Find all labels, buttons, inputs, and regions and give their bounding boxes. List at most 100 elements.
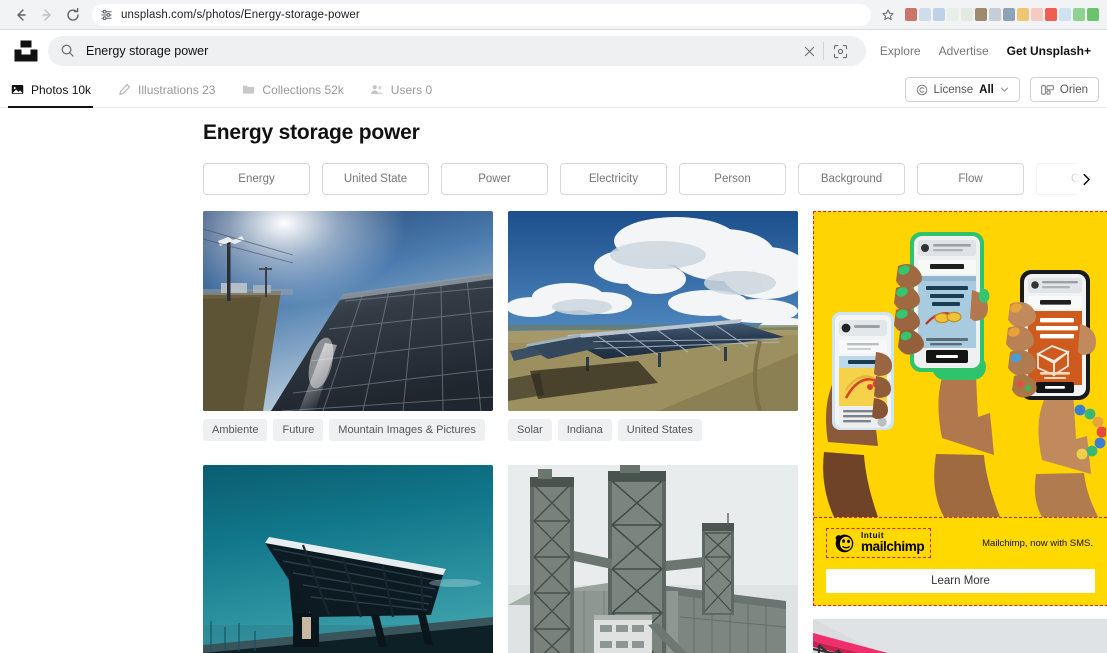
- forward-arrow-icon: [39, 7, 55, 23]
- tabs-list: Photos 10k Illustrations 23 Collections …: [8, 72, 905, 107]
- nav-advertise[interactable]: Advertise: [939, 44, 989, 58]
- chips-next-button[interactable]: [1073, 163, 1099, 195]
- nav-explore[interactable]: Explore: [880, 44, 921, 58]
- grid-column-2: Solar Indiana United States: [508, 211, 798, 653]
- search-input[interactable]: [86, 44, 796, 58]
- extension-icon[interactable]: [975, 8, 987, 21]
- photo-card[interactable]: Ambiente Future Mountain Images & Pictures: [203, 211, 493, 455]
- bookmark-button[interactable]: [877, 4, 899, 26]
- search-divider: [823, 42, 824, 60]
- ad-brand-line: Intuit mailchimp Mailchimp, now with SMS…: [826, 528, 1095, 558]
- unsplash-logo-icon[interactable]: [12, 37, 40, 65]
- photo-card[interactable]: Solar Indiana United States: [508, 211, 798, 455]
- tab-collections[interactable]: Collections 52k: [239, 72, 345, 107]
- reload-icon: [65, 7, 81, 23]
- extension-icon[interactable]: [947, 8, 959, 21]
- search-results-page: Energy storage power Energy United State P…: [0, 121, 1107, 653]
- extension-icon[interactable]: [1003, 8, 1015, 21]
- photo-tags: Solar Indiana United States: [508, 419, 798, 441]
- search-icon: [60, 43, 76, 59]
- back-arrow-icon: [13, 7, 29, 23]
- filter-license[interactable]: License All: [905, 77, 1020, 102]
- ad-tagline: Mailchimp, now with SMS.: [982, 538, 1095, 549]
- photo-tag[interactable]: Ambiente: [203, 419, 267, 441]
- extension-icon[interactable]: [989, 8, 1001, 21]
- extension-icon[interactable]: [905, 8, 917, 21]
- photo-solar-panels-field-clouds[interactable]: [508, 211, 798, 411]
- photo-solar-panel-array-sunflare[interactable]: [203, 211, 493, 411]
- clear-search-button[interactable]: [796, 46, 823, 57]
- filter-orientation-label: Orien: [1060, 84, 1088, 96]
- tab-photos[interactable]: Photos 10k: [8, 72, 93, 107]
- photo-grid: Ambiente Future Mountain Images & Pictures: [203, 211, 1099, 653]
- related-chip[interactable]: Person: [679, 163, 786, 195]
- grid-column-3: Intuit mailchimp Mailchimp, now with SMS…: [813, 211, 1107, 653]
- extension-icon[interactable]: [1087, 8, 1099, 21]
- advertisement-panel[interactable]: Intuit mailchimp Mailchimp, now with SMS…: [813, 211, 1107, 606]
- mailchimp-label: mailchimp: [861, 540, 924, 554]
- tab-illustrations[interactable]: Illustrations 23: [115, 72, 217, 107]
- extension-icon[interactable]: [1059, 8, 1071, 21]
- photo-icon: [10, 83, 24, 97]
- related-chip[interactable]: Energy: [203, 163, 310, 195]
- tab-illustrations-label: Illustrations 23: [138, 83, 215, 97]
- tab-users-label: Users 0: [391, 83, 432, 97]
- mailchimp-wordmark: Intuit mailchimp: [861, 532, 924, 554]
- photo-tag[interactable]: United States: [618, 419, 702, 441]
- tab-users[interactable]: Users 0: [368, 72, 434, 107]
- search-type-tabs: Photos 10k Illustrations 23 Collections …: [0, 72, 1107, 108]
- photo-solar-array-teal-sky[interactable]: [203, 465, 493, 653]
- extension-icon[interactable]: [933, 8, 945, 21]
- photo-pink-steel-structure[interactable]: [813, 619, 1107, 653]
- related-chip[interactable]: Background: [798, 163, 905, 195]
- filters-group: License All Orien: [905, 72, 1099, 107]
- extension-icon[interactable]: [1073, 8, 1085, 21]
- related-search-chips: Energy United State Power Electricity Person…: [203, 163, 1099, 195]
- photo-card[interactable]: [203, 465, 493, 653]
- star-icon: [881, 8, 895, 22]
- back-button[interactable]: [8, 2, 34, 28]
- grid-column-1: Ambiente Future Mountain Images & Pictures: [203, 211, 493, 653]
- filter-license-value: All: [979, 84, 994, 96]
- chevron-down-icon: [1000, 85, 1009, 94]
- ad-learn-more-button[interactable]: Learn More: [826, 569, 1095, 593]
- related-chip[interactable]: United State: [322, 163, 429, 195]
- header-nav: Explore Advertise Get Unsplash+: [880, 44, 1095, 58]
- related-chip[interactable]: Flow: [917, 163, 1024, 195]
- photo-industrial-silo-plant[interactable]: [508, 465, 798, 653]
- filter-orientation[interactable]: Orien: [1030, 77, 1099, 102]
- extension-icon[interactable]: [961, 8, 973, 21]
- extension-icon[interactable]: [1045, 8, 1057, 21]
- mailchimp-monkey-icon: [833, 532, 856, 554]
- search-bar[interactable]: [48, 36, 866, 66]
- extension-icon[interactable]: [1031, 8, 1043, 21]
- url-text: unsplash.com/s/photos/Energy-storage-pow…: [121, 9, 360, 21]
- content-container: Energy storage power Energy United State P…: [0, 121, 1107, 653]
- filter-license-label: License: [934, 84, 974, 96]
- page-title: Energy storage power: [203, 121, 1099, 145]
- extension-icon[interactable]: [919, 8, 931, 21]
- close-icon: [804, 46, 815, 57]
- photo-card[interactable]: [508, 465, 798, 653]
- related-chip[interactable]: Electricity: [560, 163, 667, 195]
- photo-tag[interactable]: Solar: [508, 419, 552, 441]
- folder-icon: [241, 83, 255, 97]
- extension-icon[interactable]: [1017, 8, 1029, 21]
- ad-image-hands-phones[interactable]: [814, 212, 1107, 517]
- photo-tag[interactable]: Indiana: [558, 419, 612, 441]
- forward-button[interactable]: [34, 2, 60, 28]
- related-chip[interactable]: Power: [441, 163, 548, 195]
- photo-tags: Ambiente Future Mountain Images & Pictures: [203, 419, 493, 441]
- address-bar[interactable]: unsplash.com/s/photos/Energy-storage-pow…: [92, 4, 871, 26]
- pen-icon: [117, 83, 131, 97]
- site-settings-icon[interactable]: [100, 8, 113, 21]
- reload-button[interactable]: [60, 2, 86, 28]
- browser-toolbar: unsplash.com/s/photos/Energy-storage-pow…: [0, 0, 1107, 30]
- nav-get-unsplash-plus[interactable]: Get Unsplash+: [1007, 44, 1091, 58]
- visual-search-icon: [833, 44, 848, 59]
- extension-icons-strip: [905, 0, 1099, 30]
- mailchimp-logo[interactable]: Intuit mailchimp: [826, 528, 931, 558]
- photo-tag[interactable]: Future: [273, 419, 323, 441]
- visual-search-button[interactable]: [828, 44, 854, 59]
- photo-tag[interactable]: Mountain Images & Pictures: [329, 419, 485, 441]
